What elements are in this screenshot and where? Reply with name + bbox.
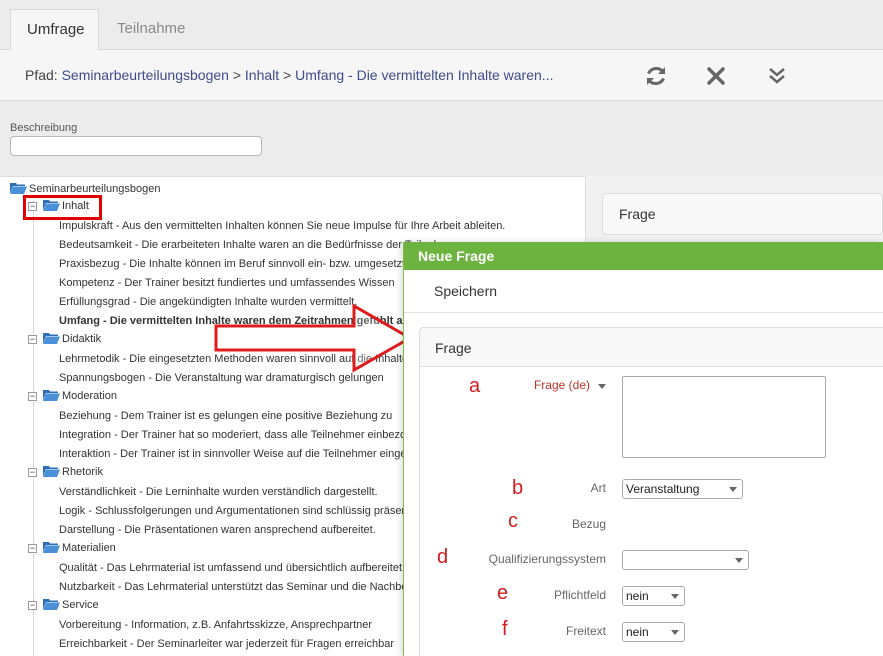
folder-open-icon: [43, 465, 60, 477]
detail-card-header: Frage: [602, 193, 883, 235]
tree-item[interactable]: Vorbereitung - Information, z.B. Anfahrt…: [59, 616, 372, 634]
tree-item[interactable]: Verständlichkeit - Die Lerninhalte wurde…: [59, 483, 378, 501]
divider: [404, 312, 883, 313]
tree-item[interactable]: Qualität - Das Lehrmaterial ist umfassen…: [59, 559, 405, 577]
tree-category-label: Service: [62, 599, 99, 611]
tree-item[interactable]: Integration - Der Trainer hat so moderie…: [59, 426, 424, 444]
tab-umfrage[interactable]: Umfrage: [10, 9, 99, 51]
breadcrumb-inhalt[interactable]: Inhalt: [245, 67, 279, 83]
collapse-toggle-icon[interactable]: −: [28, 392, 37, 401]
tree-category-service[interactable]: Service: [43, 596, 99, 614]
tree-item[interactable]: Logik - Schlussfolgerungen und Argumenta…: [59, 502, 429, 520]
tree-item[interactable]: Darstellung - Die Präsentationen waren a…: [59, 521, 376, 539]
collapse-toggle-icon[interactable]: −: [28, 544, 37, 553]
tree-category-moderation[interactable]: Moderation: [43, 387, 117, 405]
annotation-letter: d: [437, 546, 449, 568]
art-select[interactable]: Veranstaltung: [622, 479, 743, 499]
freitext-select[interactable]: nein: [622, 622, 685, 642]
tree-item[interactable]: Erreichbarkeit - Der Seminarleiter war j…: [59, 635, 394, 653]
chevron-down-icon: [671, 594, 679, 599]
tree-item[interactable]: Nutzbarkeit - Das Lehrmaterial unterstüt…: [59, 578, 441, 596]
detail-card-title: Frage: [619, 206, 656, 222]
breadcrumb-separator: >: [228, 67, 245, 83]
folder-open-icon: [43, 332, 60, 344]
section-title: Frage: [435, 340, 472, 356]
save-button[interactable]: Speichern: [434, 283, 497, 299]
tab-bar: Umfrage Teilnahme: [0, 0, 883, 51]
tree-category-label: Rhetorik: [62, 466, 103, 478]
dialog-title: Neue Frage: [404, 242, 883, 270]
frage-label: Frage (de): [533, 378, 590, 392]
art-label: Art: [590, 481, 606, 495]
freitext-label: Freitext: [565, 624, 606, 638]
collapse-toggle-icon[interactable]: −: [28, 335, 37, 344]
breadcrumb-separator: >: [279, 67, 296, 83]
qualifizierungssystem-label: Qualifizierungssystem: [488, 552, 606, 566]
annotation-arrow-icon: [214, 303, 414, 373]
question-section-header: Frage: [419, 327, 883, 367]
breadcrumb: Pfad: Seminarbeurteilungsbogen > Inhalt …: [25, 67, 553, 83]
breadcrumb-root[interactable]: Seminarbeurteilungsbogen: [62, 67, 229, 83]
description-input[interactable]: [10, 136, 262, 156]
collapse-toggle-icon[interactable]: −: [28, 601, 37, 610]
tree-guide-line: [33, 201, 34, 656]
pflichtfeld-label: Pflichtfeld: [553, 588, 606, 602]
close-icon[interactable]: [703, 63, 729, 89]
freitext-select-value: nein: [626, 625, 649, 639]
tree-item[interactable]: Impulskraft - Aus den vermittelten Inhal…: [59, 217, 505, 235]
chevron-down-icon: [735, 558, 743, 563]
art-select-value: Veranstaltung: [626, 482, 700, 496]
tree-item[interactable]: Praxisbezug - Die Inhalte können im Beru…: [59, 255, 447, 273]
tree-category-label: Moderation: [62, 390, 118, 402]
annotation-highlight-box: [23, 195, 102, 220]
tree-root-label: Seminarbeurteilungsbogen: [29, 183, 161, 195]
tree-category-label: Materialien: [62, 542, 116, 554]
chevron-double-down-icon[interactable]: [764, 63, 790, 89]
pflichtfeld-select[interactable]: nein: [622, 586, 685, 606]
tree-item[interactable]: Beziehung - Dem Trainer ist es gelungen …: [59, 407, 392, 425]
refresh-icon[interactable]: [643, 63, 669, 89]
tab-teilnahme[interactable]: Teilnahme: [101, 9, 201, 51]
bezug-label: Bezug: [571, 517, 606, 531]
tree-item[interactable]: Interaktion - Der Trainer ist in sinnvol…: [59, 445, 443, 463]
chevron-down-icon: [671, 630, 679, 635]
frage-textarea[interactable]: [622, 376, 826, 458]
pflichtfeld-select-value: nein: [626, 589, 649, 603]
tree-category-materialien[interactable]: Materialien: [43, 539, 116, 557]
language-dropdown-icon[interactable]: [598, 384, 606, 389]
tree-item[interactable]: Kompetenz - Der Trainer besitzt fundiert…: [59, 274, 395, 292]
description-label: Beschreibung: [10, 122, 78, 134]
tree-category-rhetorik[interactable]: Rhetorik: [43, 463, 103, 481]
qualifizierungssystem-select[interactable]: [622, 550, 749, 570]
folder-open-icon: [10, 182, 27, 194]
tree-category-didaktik[interactable]: Didaktik: [43, 330, 101, 348]
chevron-down-icon: [729, 487, 737, 492]
folder-open-icon: [43, 541, 60, 553]
breadcrumb-current[interactable]: Umfang - Die vermittelten Inhalte waren.…: [295, 67, 553, 83]
path-bar: Pfad: Seminarbeurteilungsbogen > Inhalt …: [0, 50, 883, 101]
collapse-toggle-icon[interactable]: −: [28, 468, 37, 477]
folder-open-icon: [43, 598, 60, 610]
tree-item[interactable]: Bedeutsamkeit - Die erarbeiteten Inhalte…: [59, 236, 459, 254]
tree-category-label: Didaktik: [62, 333, 102, 345]
breadcrumb-prefix: Pfad:: [25, 67, 58, 83]
folder-open-icon: [43, 389, 60, 401]
